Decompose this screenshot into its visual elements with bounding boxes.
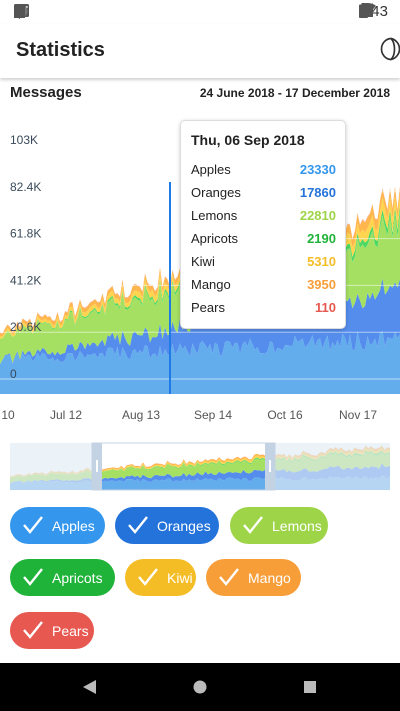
- check-icon: [23, 621, 43, 639]
- check-icon: [23, 516, 43, 534]
- tooltip-value: 2190: [307, 230, 336, 246]
- x-tick-label: Aug 13: [122, 408, 160, 422]
- preview-mask-right: [275, 443, 390, 490]
- tooltip-value: 23330: [299, 161, 336, 177]
- tooltip-value: 110: [315, 299, 336, 315]
- tooltip-row-pears: Pears 110: [191, 297, 336, 317]
- chip-label: Apricots: [52, 569, 103, 586]
- chip-kiwi[interactable]: Kiwi: [125, 559, 196, 596]
- chip-label: Lemons: [272, 517, 322, 534]
- x-tick-label: Sep 14: [194, 408, 232, 422]
- tooltip-label: Lemons: [191, 207, 238, 223]
- y-tick-label: 103K: [10, 133, 38, 147]
- check-icon: [23, 568, 43, 586]
- tooltip-value: 17860: [299, 184, 336, 200]
- x-tick-label: Nov 17: [339, 408, 377, 422]
- tooltip-row-oranges: Oranges 17860: [191, 182, 336, 202]
- chip-lemons[interactable]: Lemons: [230, 507, 328, 544]
- recents-icon[interactable]: [304, 681, 316, 693]
- tooltip-label: Apricots: [191, 230, 238, 246]
- chip-label: Oranges: [157, 517, 211, 534]
- preview-range-selector[interactable]: [0, 440, 400, 500]
- tooltip-label: Pears: [191, 299, 225, 315]
- chip-label: Pears: [52, 622, 89, 639]
- x-tick-label: 10: [1, 408, 15, 422]
- back-icon[interactable]: [83, 680, 96, 694]
- data-tooltip: Thu, 06 Sep 2018 Apples 23330 Oranges 1786…: [180, 120, 346, 329]
- tooltip-value: 3950: [307, 276, 336, 292]
- chip-oranges[interactable]: Oranges: [115, 507, 219, 544]
- check-icon: [128, 516, 148, 534]
- tooltip-row-mango: Mango 3950: [191, 274, 336, 294]
- chip-mango[interactable]: Mango: [206, 559, 301, 596]
- tooltip-label: Oranges: [191, 184, 241, 200]
- chip-apricots[interactable]: Apricots: [10, 559, 115, 596]
- chip-label: Apples: [52, 517, 95, 534]
- tooltip-value: 5310: [307, 253, 336, 269]
- y-tick-label: 61.8K: [10, 227, 41, 241]
- y-tick-label: 0: [10, 367, 17, 381]
- tooltip-row-apples: Apples 23330: [191, 159, 336, 179]
- y-tick-label: 20.6K: [10, 320, 41, 334]
- tooltip-row-kiwi: Kiwi 5310: [191, 251, 336, 271]
- tooltip-row-lemons: Lemons 22810: [191, 205, 336, 225]
- tooltip-label: Kiwi: [191, 253, 215, 269]
- system-nav-bar: [0, 663, 400, 711]
- home-icon[interactable]: [193, 680, 207, 694]
- y-tick-label: 41.2K: [10, 273, 41, 287]
- y-tick-label: 82.4K: [10, 180, 41, 194]
- chip-label: Kiwi: [167, 569, 193, 586]
- chip-pears[interactable]: Pears: [10, 612, 94, 649]
- check-icon: [219, 568, 239, 586]
- check-icon: [243, 516, 263, 534]
- x-tick-label: Jul 12: [50, 408, 82, 422]
- tooltip-row-apricots: Apricots 2190: [191, 228, 336, 248]
- chip-apples[interactable]: Apples: [10, 507, 105, 544]
- check-icon: [138, 568, 158, 586]
- tooltip-date: Thu, 06 Sep 2018: [191, 132, 305, 148]
- tooltip-label: Mango: [191, 276, 231, 292]
- tooltip-value: 22810: [299, 207, 336, 223]
- chip-label: Mango: [248, 569, 291, 586]
- x-tick-label: Oct 16: [267, 408, 303, 422]
- tooltip-label: Apples: [191, 161, 231, 177]
- preview-mask-left: [10, 443, 92, 490]
